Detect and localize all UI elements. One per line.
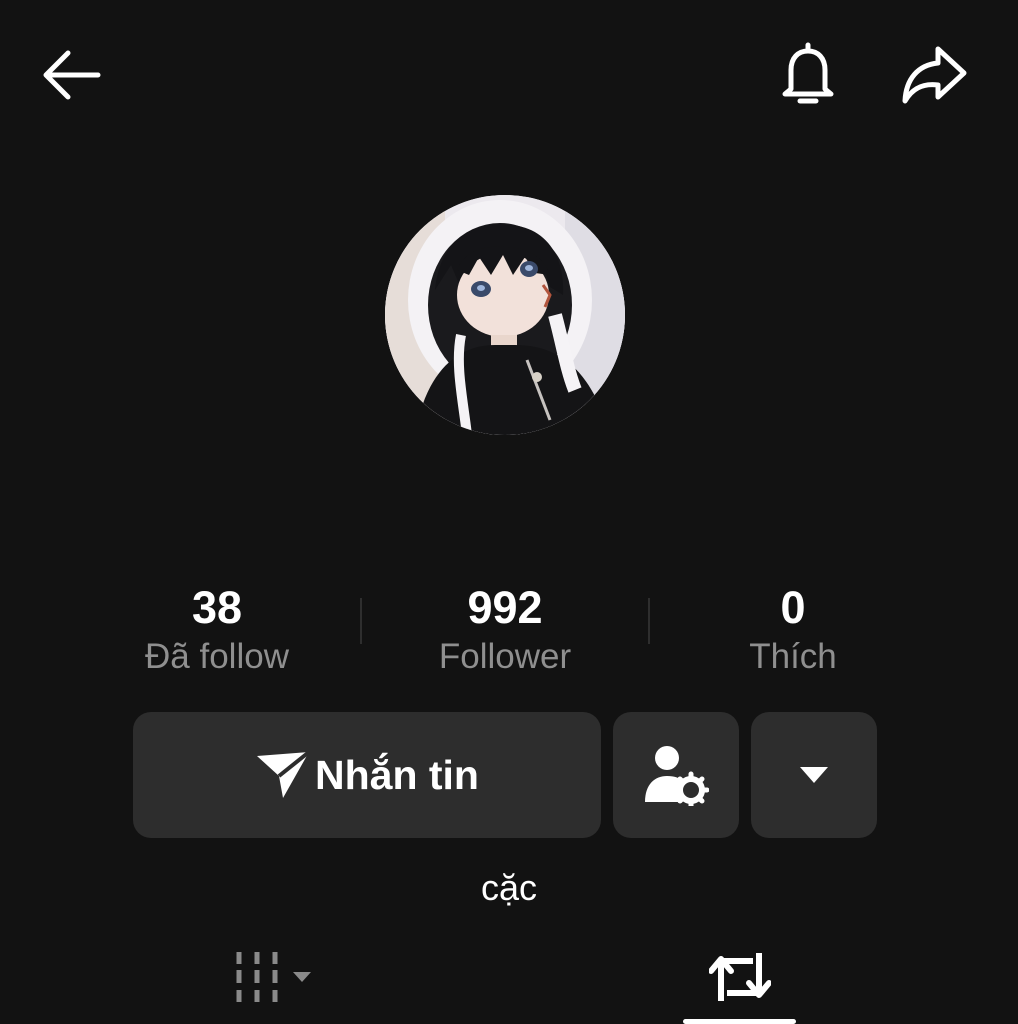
following-label: Đã follow [145,637,289,676]
likes-count: 0 [780,582,806,633]
notification-button[interactable] [770,36,846,112]
grid-icon [236,952,311,1002]
more-button[interactable] [751,712,877,838]
profile-bio: cặc [480,867,538,908]
tab-videos[interactable] [210,930,340,1024]
repost-icon [709,953,771,1001]
send-icon [257,750,311,798]
stat-divider [648,598,650,644]
arrow-left-icon [43,50,101,100]
avatar[interactable] [385,195,625,435]
followers-count: 992 [467,582,543,633]
active-tab-indicator [683,1019,796,1024]
share-arrow-icon [902,46,967,104]
message-label: Nhắn tin [315,751,479,798]
doll-avatar-image [385,195,625,435]
following-stat[interactable]: 38 Đã follow [97,580,337,678]
likes-stat: 0 Thích [673,580,913,678]
share-button[interactable] [894,36,974,112]
back-button[interactable] [30,40,110,110]
stat-divider [360,598,362,644]
profile-screen: 38 Đã follow 992 Follower 0 Thích Nhắn t… [0,0,1018,1024]
followers-label: Follower [438,637,572,676]
profile-settings-button[interactable] [613,712,739,838]
profile-stats: 38 Đã follow 992 Follower 0 Thích [0,580,1018,680]
user-gear-icon [645,746,709,806]
following-count: 38 [191,582,243,633]
bell-icon [782,42,834,104]
caret-down-icon [800,767,828,783]
likes-label: Thích [749,637,837,676]
followers-stat[interactable]: 992 Follower [385,580,625,678]
message-button[interactable]: Nhắn tin [133,712,601,838]
tab-reposts[interactable] [680,930,800,1024]
